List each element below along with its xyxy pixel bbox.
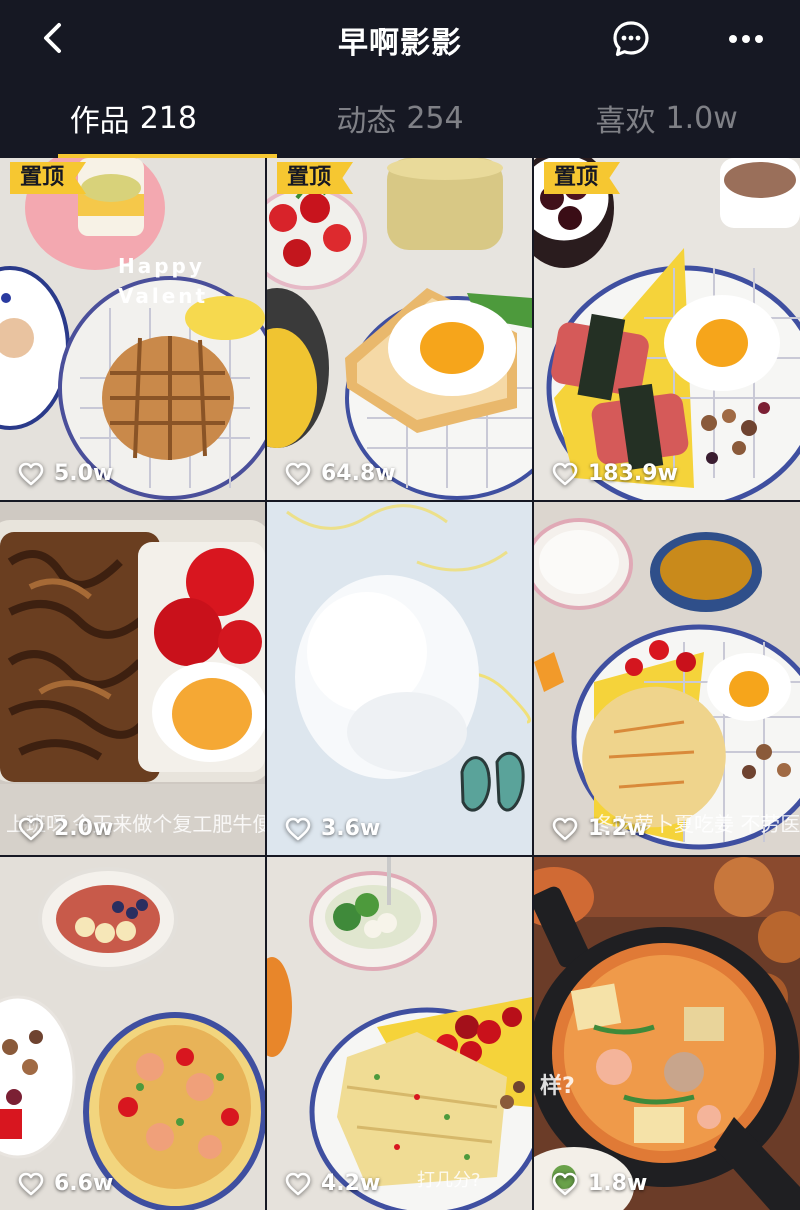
like-count-label: 3.6w <box>321 816 381 841</box>
like-count: 1.2w <box>552 816 647 841</box>
food-photo <box>267 502 532 855</box>
tab-posts[interactable]: 动态 254 <box>267 78 534 158</box>
tab-works[interactable]: 作品 218 <box>0 78 277 158</box>
top-bar: 早啊影影 <box>0 0 800 78</box>
like-count: 183.9w <box>552 461 678 486</box>
like-count: 3.6w <box>285 816 380 841</box>
like-count-label: 4.2w <box>321 1171 381 1196</box>
like-count-label: 5.0w <box>54 461 114 486</box>
food-photo <box>0 502 265 855</box>
video-caption: 样? <box>540 1074 575 1099</box>
profile-tabs: 作品 218 动态 254 喜欢 1.0w <box>0 78 800 158</box>
like-count: 1.8w <box>552 1171 647 1196</box>
video-thumbnail[interactable]: 置顶 64.8w <box>267 158 532 500</box>
like-count-label: 1.8w <box>588 1171 648 1196</box>
video-thumbnail[interactable]: Happy Valent 置顶 5.0w <box>0 158 265 500</box>
like-count-label: 2.0w <box>54 816 114 841</box>
food-photo: Happy Valent <box>0 158 265 500</box>
video-thumbnail[interactable]: 冬吃萝卜夏吃姜 不劳医生 1.2w <box>534 502 800 855</box>
heart-icon <box>552 462 578 485</box>
tab-label: 喜欢 <box>595 104 656 139</box>
more-button[interactable] <box>722 16 770 62</box>
like-count: 6.6w <box>18 1171 113 1196</box>
pinned-badge: 置顶 <box>10 162 87 194</box>
message-icon <box>613 21 649 57</box>
heart-icon <box>552 817 578 840</box>
more-icon <box>729 35 763 43</box>
heart-icon <box>552 1172 578 1195</box>
video-thumbnail[interactable]: 上班呀 今天来做个复工肥牛便当 2.0w <box>0 502 265 855</box>
tab-count: 254 <box>406 100 464 136</box>
food-photo <box>534 502 800 855</box>
video-grid: Happy Valent 置顶 5.0w 置顶 64.8w 置顶 183.9w … <box>0 158 800 1210</box>
tab-label: 动态 <box>336 104 397 139</box>
message-button[interactable] <box>608 16 654 62</box>
like-count: 2.0w <box>18 816 113 841</box>
like-count: 64.8w <box>285 461 396 486</box>
page-title: 早啊影影 <box>338 26 462 61</box>
tab-count: 218 <box>139 100 197 136</box>
food-photo <box>534 857 800 1210</box>
video-thumbnail[interactable]: 置顶 183.9w <box>534 158 800 500</box>
heart-icon <box>18 462 44 485</box>
like-count-label: 6.6w <box>54 1171 114 1196</box>
food-photo <box>267 857 532 1210</box>
like-count: 4.2w <box>285 1171 380 1196</box>
heart-icon <box>285 462 311 485</box>
like-count-label: 64.8w <box>321 461 396 486</box>
heart-icon <box>18 1172 44 1195</box>
like-count: 5.0w <box>18 461 113 486</box>
pinned-badge: 置顶 <box>544 162 621 194</box>
heart-icon <box>285 1172 311 1195</box>
video-thumbnail[interactable]: 打几分? 4.2w <box>267 857 532 1210</box>
tab-likes[interactable]: 喜欢 1.0w <box>533 78 800 158</box>
food-photo <box>267 158 532 500</box>
food-photo <box>0 857 265 1210</box>
video-thumbnail[interactable]: 样? 1.8w <box>534 857 800 1210</box>
like-count-label: 1.2w <box>588 816 648 841</box>
heart-icon <box>285 817 311 840</box>
svg-text:Happy: Happy <box>118 254 205 278</box>
tab-count: 1.0w <box>665 100 738 136</box>
tab-label: 作品 <box>69 104 130 139</box>
food-photo <box>534 158 800 500</box>
pinned-badge: 置顶 <box>277 162 354 194</box>
heart-icon <box>18 817 44 840</box>
like-count-label: 183.9w <box>588 461 678 486</box>
video-thumbnail[interactable]: 6.6w <box>0 857 265 1210</box>
video-thumbnail[interactable]: 3.6w <box>267 502 532 855</box>
svg-text:Valent: Valent <box>118 284 208 308</box>
